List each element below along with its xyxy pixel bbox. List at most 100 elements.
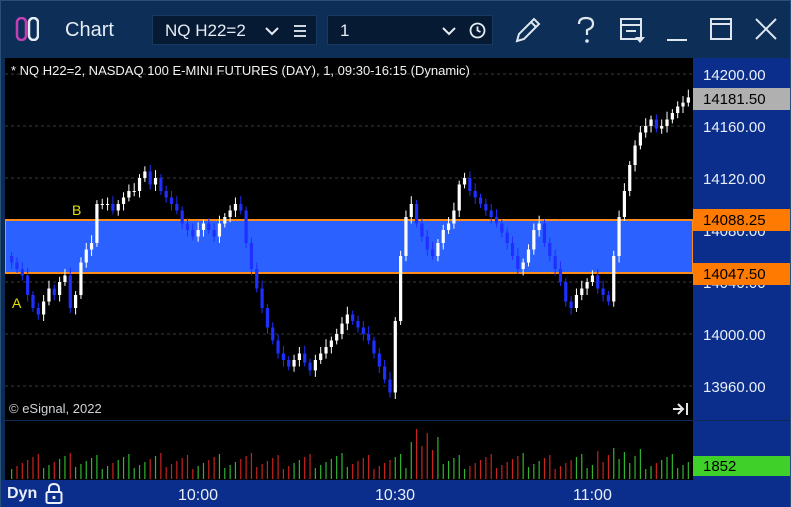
candle-body [63,275,67,282]
chevron-down-icon[interactable] [265,26,279,36]
candle-body [388,379,392,393]
chart-header: * NQ H22=2, NASDAQ 100 E-MINI FUTURES (D… [11,63,470,78]
candle-body [185,223,190,230]
candle-body [670,113,674,120]
candle-body [516,256,520,269]
candle-body [137,178,142,191]
symbol-selector[interactable]: NQ H22=2 [152,15,317,45]
candle-body [127,191,131,198]
upper-band-price-box[interactable]: 14088.25 [693,209,790,231]
candle-body [74,295,78,308]
candle-body [676,106,680,113]
candle-body [244,210,248,243]
candle-body [590,275,595,282]
candle-body [132,191,136,192]
close-icon[interactable] [754,17,778,41]
minimize-icon[interactable] [665,16,689,44]
interval-selector[interactable]: 1 [327,15,493,45]
title-bar: Chart NQ H22=2 1 [1,1,790,58]
candle-body [532,230,536,250]
candle-body [180,210,184,224]
copyright-label: © eSignal, 2022 [9,401,102,416]
price-band-zone[interactable] [5,219,693,274]
candle-body [31,295,35,308]
candle-body [553,256,557,269]
candle-body [521,262,525,269]
candle-body [303,353,307,363]
maximize-icon[interactable] [709,17,733,41]
price-chart[interactable]: B A * NQ H22=2, NASDAQ 100 E-MINI FUTURE… [5,58,693,420]
candle-body [601,288,605,295]
chevron-down-icon[interactable] [442,26,456,36]
menu-icon[interactable] [293,24,307,38]
candle-body [111,204,115,211]
price-tick: 14200.00 [703,67,766,84]
candle-body [617,217,621,256]
candle-body [644,126,648,133]
candle-body [351,314,355,321]
candle-body [686,97,690,103]
pencil-icon[interactable] [512,14,544,46]
candle-body [271,327,275,341]
candle-body [255,269,259,289]
candle-body [121,197,126,204]
help-icon[interactable] [575,16,597,44]
candle-body [526,249,531,263]
candle-body [361,327,365,334]
candle-body [500,223,504,233]
candle-body [217,223,222,237]
candle-body [649,119,653,126]
candle-body [457,184,461,211]
volume-axis[interactable]: 1852 [693,421,790,480]
candle-body [329,340,333,347]
candle-body [143,171,147,178]
candle-body [415,204,419,224]
upper-band-value: 14088.25 [703,212,766,229]
candle-body [372,340,376,354]
price-axis[interactable]: 14200.00 14160.00 14120.00 14080.00 1404… [693,58,790,420]
chart-window: Chart NQ H22=2 1 B A * NQ H22=2, NASDAQ … [0,0,791,507]
candle-body [537,223,541,230]
candle-body [628,165,632,191]
time-tick: 10:30 [375,487,416,504]
candle-body [606,295,611,302]
candle-body [638,132,642,146]
candle-body [191,230,195,237]
candle-body [542,223,547,243]
candle-body [223,217,227,224]
time-axis[interactable]: Dyn 10:00 10:30 11:00 [1,480,790,507]
price-tick: 14000.00 [703,327,766,344]
candle-body [95,204,99,243]
candle-body [292,360,296,367]
clock-icon[interactable] [469,22,486,39]
candle-body [175,204,179,211]
candle-body [164,191,168,198]
candle-body [505,232,509,243]
candle-body [207,223,211,230]
candle-body [116,204,120,211]
price-tick: 14160.00 [703,119,766,136]
candle-body [574,295,579,308]
candle-body [468,178,472,191]
symbol-value: NQ H22=2 [165,21,246,40]
volume-panel[interactable] [5,421,693,480]
candle-body [297,353,301,360]
candle-body [345,314,349,324]
candle-body [484,204,488,211]
window-title: Chart [65,19,114,41]
candle-body [308,362,312,371]
candle-body [148,171,152,185]
candle-body [612,256,616,302]
lock-icon[interactable] [45,483,63,504]
candle-body [84,249,88,263]
layout-dropdown-icon[interactable] [618,16,646,44]
candle-body [441,230,445,243]
candle-body [654,119,658,129]
lower-band-price-box[interactable]: 14047.50 [693,263,790,285]
candle-body [100,204,104,205]
scroll-to-end-icon[interactable] [673,403,688,415]
price-chart-canvas[interactable]: B A [5,58,693,420]
candle-body [47,288,51,302]
candle-body [494,217,499,224]
candle-body [52,288,56,295]
